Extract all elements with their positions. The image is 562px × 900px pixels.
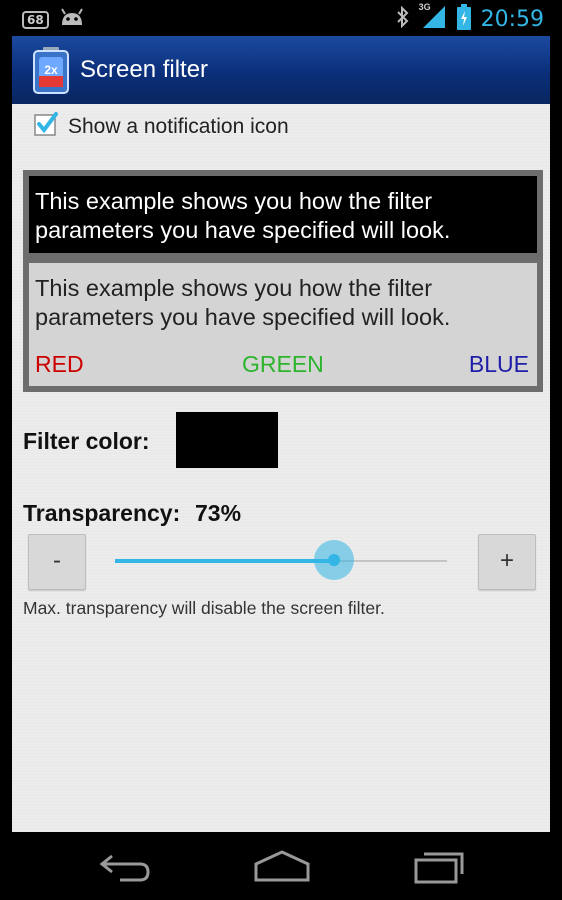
transparency-value: 73% bbox=[195, 500, 242, 526]
settings-panel: Show a notification icon This example sh… bbox=[12, 104, 550, 832]
navigation-bar bbox=[0, 832, 562, 900]
back-icon[interactable] bbox=[96, 846, 156, 886]
filter-preview: This example shows you how the filter pa… bbox=[23, 170, 543, 392]
filter-color-swatch[interactable] bbox=[176, 412, 278, 468]
slider-track-fill bbox=[115, 559, 334, 563]
decrease-transparency-button[interactable]: - bbox=[28, 534, 86, 590]
preview-light-text: This example shows you how the filter pa… bbox=[35, 275, 451, 330]
preview-light-box: This example shows you how the filter pa… bbox=[29, 263, 537, 386]
preview-dark-text: This example shows you how the filter pa… bbox=[29, 176, 537, 253]
notification-count-badge: 68 bbox=[22, 10, 49, 29]
bluetooth-icon bbox=[395, 5, 411, 33]
transparency-hint: Max. transparency will disable the scree… bbox=[23, 598, 385, 618]
notification-checkbox-label: Show a notification icon bbox=[68, 114, 289, 138]
green-label: GREEN bbox=[242, 351, 324, 377]
app-battery-2x-icon[interactable]: 2x bbox=[28, 46, 74, 94]
status-bar: 68 3G 20:59 bbox=[0, 0, 562, 36]
slider-thumb-dot bbox=[328, 554, 340, 566]
notification-checkbox[interactable] bbox=[34, 112, 58, 141]
increase-transparency-button[interactable]: + bbox=[478, 534, 536, 590]
clock: 20:59 bbox=[480, 7, 544, 32]
signal-3g-icon: 3G bbox=[418, 2, 447, 35]
transparency-label: Transparency: bbox=[23, 500, 181, 526]
action-bar: 2x Screen filter bbox=[12, 36, 550, 106]
app-icon-text: 2x bbox=[44, 63, 58, 77]
blue-label: BLUE bbox=[468, 351, 529, 377]
filter-color-label: Filter color: bbox=[23, 428, 150, 454]
home-icon[interactable] bbox=[252, 846, 312, 886]
network-type-label: 3G bbox=[418, 2, 431, 12]
red-label: RED bbox=[35, 351, 84, 377]
recent-apps-icon[interactable] bbox=[410, 846, 470, 886]
page-title: Screen filter bbox=[80, 56, 209, 83]
transparency-slider[interactable] bbox=[115, 540, 447, 580]
android-icon bbox=[59, 7, 85, 32]
notification-icon-row[interactable]: Show a notification icon bbox=[34, 112, 289, 141]
battery-charging-icon bbox=[456, 4, 471, 35]
